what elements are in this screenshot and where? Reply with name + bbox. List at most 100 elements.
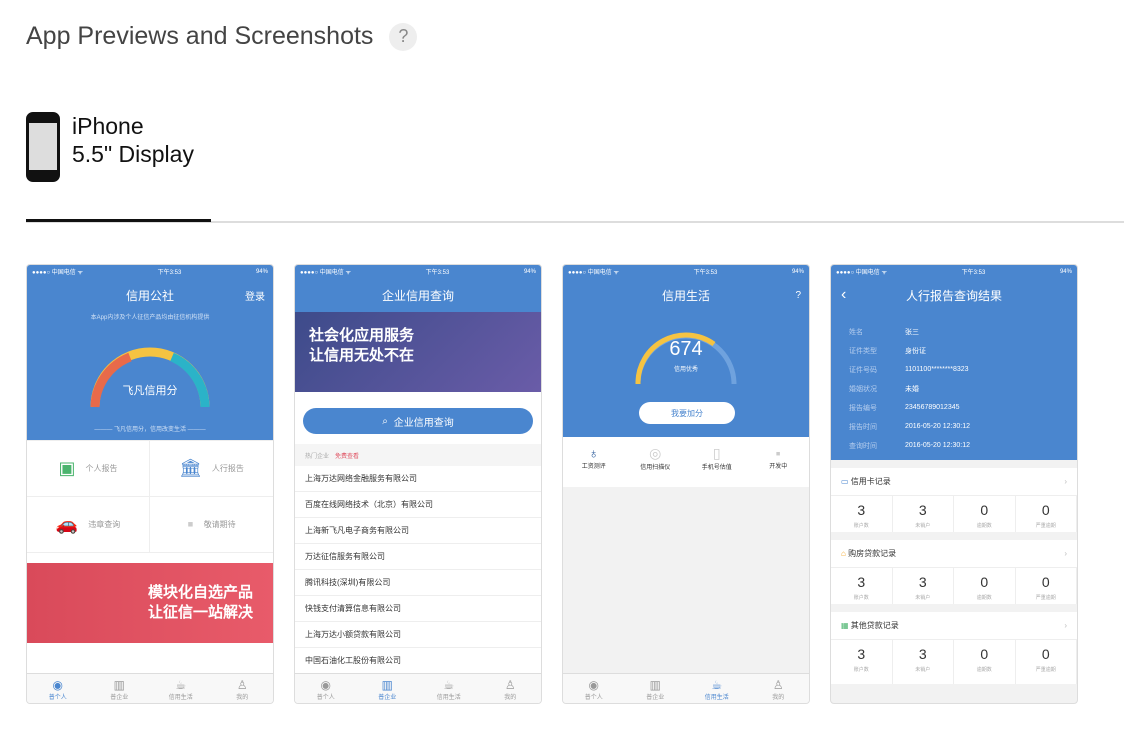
status-bar: ●●●●○ 中国电信 ᯤ 下午3:53 94%: [831, 265, 1077, 278]
list-item[interactable]: 上海万达网络金融服务有限公司: [295, 466, 541, 492]
nav-bar: 信用公社 登录: [27, 278, 273, 312]
score-label: 信用优秀: [673, 367, 698, 373]
stats-row: 3 账户数 3 未销户 0 逾期数 0 严重逾期: [831, 640, 1077, 684]
more-icon: ▪: [775, 445, 781, 461]
list-item[interactable]: 万达征信服务有限公司: [295, 544, 541, 570]
service-salary[interactable]: ♁ 工资测评: [563, 437, 625, 487]
list-item[interactable]: 上海万达小额贷款有限公司: [295, 622, 541, 648]
grid-icon: ▦: [841, 621, 849, 630]
person-icon: ♙: [772, 678, 784, 692]
service-dev[interactable]: ▪ 开发中: [748, 437, 810, 487]
screenshot-4[interactable]: ●●●●○ 中国电信 ᯤ 下午3:53 94% ‹ 人行报告查询结果 姓名 张三 证件类…: [830, 264, 1078, 704]
tab-bar: ◉ 普个人 ▥ 普企业 ☕ 信用生活 ♙ 我的: [295, 673, 541, 703]
page-title: App Previews and Screenshots: [26, 22, 374, 50]
nav-bar: ‹ 人行报告查询结果: [831, 278, 1077, 312]
detail-row: 报告编号 23456789012345: [849, 404, 960, 412]
user-circle-icon: ◉: [320, 678, 331, 692]
credit-score: 674: [669, 338, 703, 360]
help-icon[interactable]: ?: [389, 22, 418, 51]
tab-mine[interactable]: ♙ 我的: [212, 674, 274, 703]
nav-title: 企业信用查询: [381, 288, 454, 303]
house-icon: ⌂: [841, 549, 846, 558]
detail-row: 报告时间 2016-05-20 12:30:12: [849, 423, 970, 431]
search-icon: ⌕: [382, 415, 388, 427]
other-loan-section[interactable]: ▦ 其他贷款记录 › 3 账户数 3 未销户 0 逾期数 0 严重逾期: [831, 612, 1077, 684]
detail-row: 证件类型 身份证: [849, 347, 926, 355]
feature-violation-query[interactable]: 🚗 违章查询: [27, 496, 150, 552]
section-header: ▦ 其他贷款记录 ›: [831, 612, 1077, 640]
tab-personal[interactable]: ◉ 普个人: [27, 674, 89, 703]
list-item[interactable]: 百度在线网络技术（北京）有限公司: [295, 492, 541, 518]
nav-title: 信用公社: [125, 288, 174, 303]
tab-mine[interactable]: ♙ 我的: [480, 674, 542, 703]
building-icon: ▥: [381, 678, 393, 692]
status-bar: ●●●●○ 中国电信 ᯤ 下午3:53 94%: [295, 265, 541, 278]
tab-mine[interactable]: ♙ 我的: [748, 674, 810, 703]
person-icon: ♙: [504, 678, 516, 692]
cup-icon: ☕: [711, 678, 723, 692]
hot-companies-header: 热门企业 免费查看: [295, 444, 541, 466]
list-item[interactable]: 中国石油化工股份有限公司: [295, 648, 541, 674]
status-bar: ●●●●○ 中国电信 ᯤ 下午3:53 94%: [27, 265, 273, 278]
credit-card-section[interactable]: ▭ 信用卡记录 › 3 账户数 3 未销户 0 逾期数 0 严重逾期: [831, 468, 1077, 540]
disclaimer: 本App内涉及个人征信产品均由征信机构提供: [90, 315, 210, 321]
hero-banner[interactable]: 社会化应用服务 让信用无处不在: [295, 312, 541, 392]
feature-personal-report[interactable]: ▣ 个人报告: [27, 440, 150, 496]
section-header: App Previews and Screenshots ?: [26, 22, 418, 51]
device-name: iPhone: [72, 113, 144, 139]
help-icon[interactable]: ?: [795, 290, 801, 301]
stats-row: 3 账户数 3 未销户 0 逾期数 0 严重逾期: [831, 568, 1077, 612]
tab-credit-life[interactable]: ☕ 信用生活: [150, 674, 212, 703]
bank-icon: 🏛: [179, 458, 202, 478]
building-icon: ▥: [113, 678, 125, 692]
car-icon: 🚗: [55, 514, 79, 534]
chevron-right-icon: ›: [1064, 477, 1067, 486]
feature-coming-soon[interactable]: ▪ 敬请期待: [150, 496, 273, 552]
screenshot-3[interactable]: ●●●●○ 中国电信 ᯤ 下午3:53 94% 信用生活? 674 信用优秀 我要加…: [562, 264, 810, 704]
service-scanner[interactable]: ◎ 信用扫描仪: [625, 437, 687, 487]
promo-banner[interactable]: 模块化自选产品 让征信一站解决: [27, 563, 273, 643]
screenshot-1[interactable]: ●●●●○ 中国电信 ᯤ 下午3:53 94% 信用公社 登录 本App内涉及个人征…: [26, 264, 274, 704]
service-phone-value[interactable]: ▯ 手机号估值: [686, 437, 748, 487]
tab-selected-indicator: [26, 219, 211, 222]
status-bar: ●●●●○ 中国电信 ᯤ 下午3:53 94%: [563, 265, 809, 278]
tab-credit-life[interactable]: ☕ 信用生活: [686, 674, 748, 703]
company-search-button[interactable]: ⌕ 企业信用查询: [303, 408, 533, 434]
list-item[interactable]: 上海新飞凡电子商务有限公司: [295, 518, 541, 544]
tab-credit-life[interactable]: ☕ 信用生活: [418, 674, 480, 703]
id-card-icon: ▣: [58, 458, 76, 478]
back-icon[interactable]: ‹: [841, 286, 846, 304]
tab-enterprise[interactable]: ▥ 普企业: [625, 674, 687, 703]
nav-bar: 信用生活?: [563, 278, 809, 312]
user-circle-icon: ◉: [52, 678, 63, 692]
tab-enterprise[interactable]: ▥ 普企业: [89, 674, 151, 703]
cup-icon: ☕: [175, 678, 187, 692]
person-icon: ♙: [236, 678, 248, 692]
add-points-button[interactable]: 我要加分: [639, 402, 735, 424]
list-item[interactable]: 腾讯科技(深圳)有限公司: [295, 570, 541, 596]
gauge-panel: 本App内涉及个人征信产品均由征信机构提供 飞凡信用分 ——— 飞凡信用分，信用…: [27, 312, 273, 440]
screenshot-2[interactable]: ●●●●○ 中国电信 ᯤ 下午3:53 94% 企业信用查询 社会化应用服务 让信用无…: [294, 264, 542, 704]
service-row: ♁ 工资测评 ◎ 信用扫描仪 ▯ 手机号估值 ▪ 开发中: [563, 437, 809, 487]
stats-row: 3 账户数 3 未销户 0 逾期数 0 严重逾期: [831, 496, 1077, 540]
housing-loan-section[interactable]: ⌂ 购房贷款记录 › 3 账户数 3 未销户 0 逾期数 0 严重逾期: [831, 540, 1077, 612]
feature-pboc-report[interactable]: 🏛 人行报告: [150, 440, 273, 496]
section-header: ⌂ 购房贷款记录 ›: [831, 540, 1077, 568]
nav-bar: 企业信用查询: [295, 278, 541, 312]
list-item[interactable]: 快钱支付清算信息有限公司: [295, 596, 541, 622]
tab-personal[interactable]: ◉ 普个人: [295, 674, 357, 703]
detail-row: 婚姻状况 未婚: [849, 385, 919, 393]
login-button[interactable]: 登录: [245, 288, 265, 303]
gauge-caption: ——— 飞凡信用分，信用改变生活 ———: [94, 427, 206, 433]
score-panel: 674 信用优秀 我要加分: [563, 312, 809, 437]
card-icon: ▭: [841, 477, 849, 486]
feature-grid: ▣ 个人报告 🏛 人行报告 🚗 违章查询 ▪ 敬请期待: [27, 440, 273, 553]
device-size: 5.5" Display: [72, 141, 194, 167]
section-header: ▭ 信用卡记录 ›: [831, 468, 1077, 496]
tab-enterprise[interactable]: ▥ 普企业: [357, 674, 419, 703]
tab-personal[interactable]: ◉ 普个人: [563, 674, 625, 703]
money-bag-icon: ♁: [588, 445, 600, 461]
device-tab-iphone[interactable]: iPhone 5.5" Display: [26, 112, 194, 182]
gauge-label: 飞凡信用分: [122, 385, 178, 397]
nav-title: 人行报告查询结果: [905, 288, 1002, 303]
